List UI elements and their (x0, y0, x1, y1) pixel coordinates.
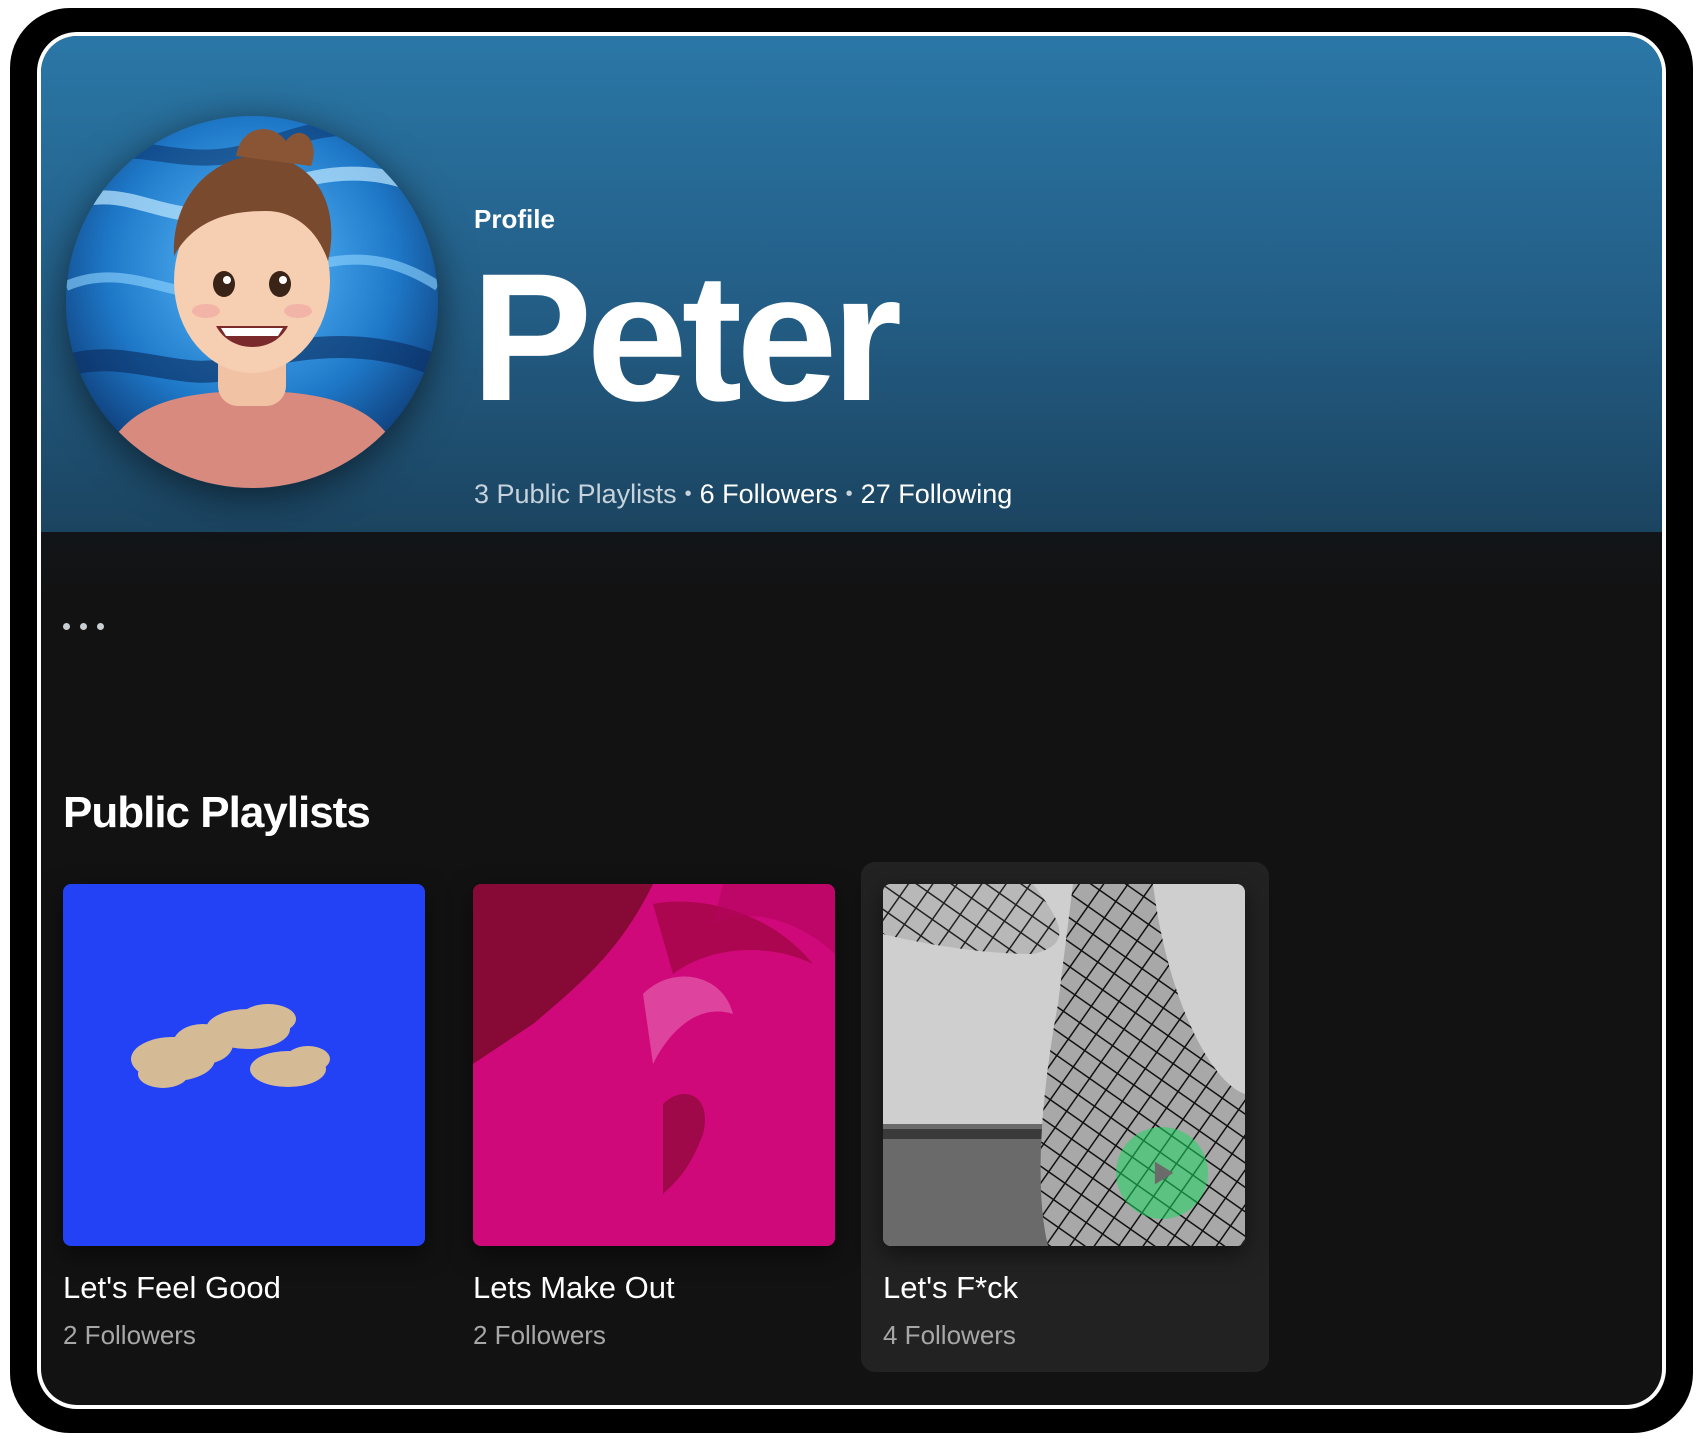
profile-header: Profile Peter 3 Public Playlists • 6 Follo… (41, 36, 1662, 532)
profile-stats: 3 Public Playlists • 6 Followers • 27 Follow… (474, 479, 1012, 510)
stats-separator: • (684, 483, 692, 505)
avatar[interactable] (66, 116, 438, 488)
clouds-cover-icon (63, 884, 425, 1246)
avatar-illustration-icon (66, 116, 438, 488)
playlist-card[interactable]: Let's Feel Good 2 Followers (41, 862, 449, 1372)
more-dot (63, 622, 70, 630)
play-icon (1154, 1161, 1174, 1185)
profile-name: Peter (471, 235, 902, 439)
app-screen: Profile Peter 3 Public Playlists • 6 Follo… (37, 32, 1666, 1409)
profile-page: Profile Peter 3 Public Playlists • 6 Follo… (41, 36, 1662, 1405)
playlist-title[interactable]: Let's F*ck (883, 1270, 1018, 1306)
playlist-followers: 2 Followers (63, 1320, 196, 1350)
playlist-card[interactable]: Let's F*ck 4 Followers (861, 862, 1269, 1372)
stats-separator: • (845, 483, 853, 505)
playlist-followers: 2 Followers (473, 1320, 606, 1350)
playlist-title[interactable]: Lets Make Out (473, 1270, 675, 1306)
section-title[interactable]: Public Playlists (63, 788, 371, 838)
public-playlists-count: 3 Public Playlists (474, 479, 677, 509)
following-link[interactable]: 27 Following (861, 479, 1013, 509)
pink-cover-icon (473, 884, 835, 1246)
playlist-title[interactable]: Let's Feel Good (63, 1270, 281, 1306)
profile-type-label: Profile (474, 204, 555, 234)
device-frame: Profile Peter 3 Public Playlists • 6 Follo… (10, 8, 1693, 1433)
followers-link[interactable]: 6 Followers (700, 479, 838, 509)
more-options-icon[interactable] (63, 611, 123, 641)
play-button[interactable] (1116, 1127, 1208, 1219)
playlist-card[interactable]: Lets Make Out 2 Followers (451, 862, 859, 1372)
more-dot (80, 622, 87, 630)
playlist-followers: 4 Followers (883, 1320, 1016, 1350)
more-dot (97, 622, 104, 630)
